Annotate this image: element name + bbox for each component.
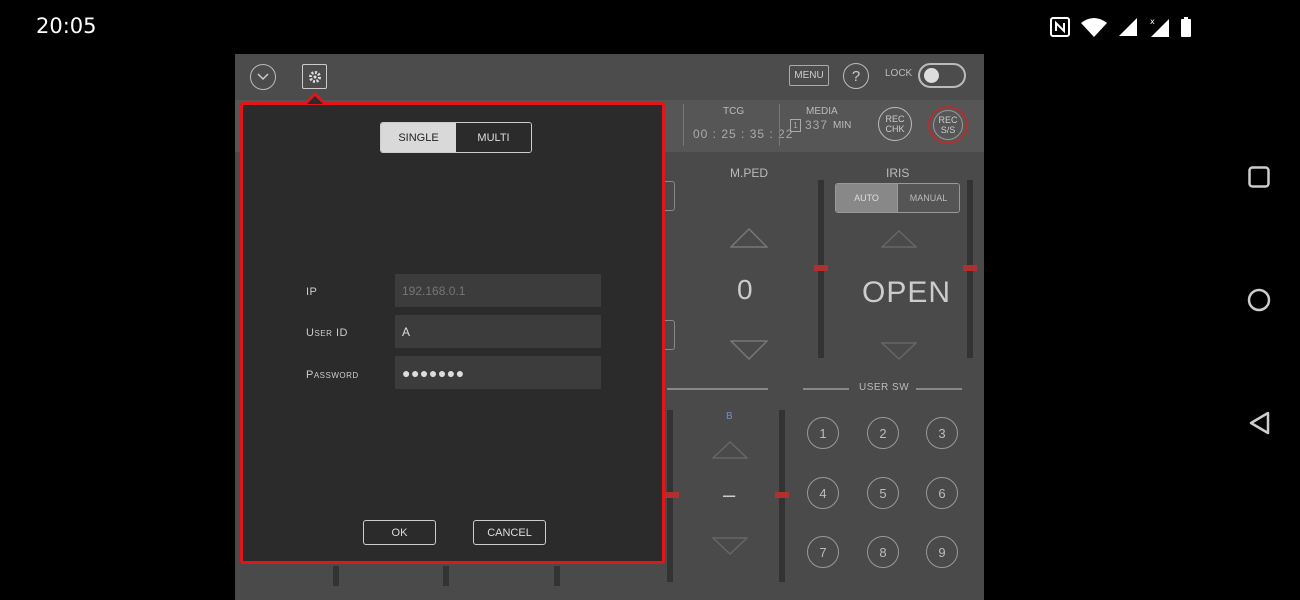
iris-auto-option[interactable]: AUTO (836, 184, 897, 212)
b-down-button[interactable] (712, 537, 748, 555)
rec-ss-button[interactable]: REC S/S (928, 106, 968, 144)
media-unit: MIN (833, 120, 852, 131)
divider-line (916, 388, 962, 390)
ok-button[interactable]: OK (363, 520, 436, 545)
b-up-button[interactable] (712, 441, 748, 459)
rec-ss-line1: REC (938, 115, 958, 125)
password-label: Password (306, 369, 359, 381)
iris-label: IRIS (886, 166, 910, 180)
user-sw-button-3[interactable]: 3 (926, 417, 958, 449)
menu-button[interactable]: MENU (789, 65, 829, 86)
user-sw-button-9[interactable]: 9 (926, 536, 958, 568)
iris-down-button[interactable] (881, 342, 917, 360)
nfc-icon (1050, 17, 1070, 37)
password-input[interactable]: ●●●●●●● (395, 356, 601, 389)
divider (779, 104, 780, 146)
tab-single[interactable]: SINGLE (381, 123, 456, 152)
rec-ss-inner: REC S/S (933, 110, 963, 140)
user-id-input[interactable]: A (395, 315, 601, 348)
settings-button[interactable] (302, 64, 327, 89)
user-sw-label: USER SW (859, 382, 910, 393)
cancel-button[interactable]: CANCEL (473, 520, 546, 545)
user-sw-button-5[interactable]: 5 (867, 477, 899, 509)
iris-value: OPEN (862, 276, 952, 309)
help-button[interactable]: ? (843, 63, 869, 89)
divider (683, 104, 684, 146)
divider-line (667, 388, 768, 390)
triangle-back-icon (1249, 411, 1270, 435)
dialog-pointer-inner (307, 96, 323, 104)
mode-switch[interactable]: SINGLE MULTI (380, 122, 532, 153)
user-sw-button-8[interactable]: 8 (867, 536, 899, 568)
user-sw-button-7[interactable]: 7 (807, 536, 839, 568)
ip-input[interactable] (395, 274, 601, 307)
media-label: MEDIA (806, 106, 838, 117)
status-time: 20:05 (36, 14, 97, 38)
tab-multi[interactable]: MULTI (456, 123, 531, 152)
toggle-knob (924, 68, 939, 83)
user-sw-button-2[interactable]: 2 (867, 417, 899, 449)
recents-button[interactable] (1240, 158, 1278, 196)
mped-value: 0 (737, 274, 754, 305)
panel-edge (665, 181, 675, 211)
rec-chk-line1: REC (885, 114, 905, 124)
slider-handle[interactable] (963, 265, 977, 271)
iris-up-button[interactable] (881, 230, 917, 248)
mped-label: M.PED (730, 166, 769, 180)
mped-up-button[interactable] (730, 228, 768, 248)
collapse-button[interactable] (250, 64, 276, 90)
iris-mode-switch[interactable]: AUTO MANUAL (835, 183, 960, 213)
gear-icon (308, 70, 321, 83)
rec-chk-button[interactable]: REC CHK (878, 107, 912, 141)
chevron-down-icon (257, 73, 269, 81)
media-value: 337 (805, 118, 829, 132)
rec-ss-line2: S/S (940, 125, 956, 135)
signal-icon (1119, 18, 1137, 36)
user-sw-button-6[interactable]: 6 (926, 477, 958, 509)
iris-manual-option[interactable]: MANUAL (897, 184, 959, 212)
slider-handle[interactable] (814, 265, 828, 271)
back-button[interactable] (1240, 404, 1278, 442)
square-icon (1248, 166, 1270, 188)
b-value: – (723, 482, 737, 507)
mped-down-button[interactable] (730, 340, 768, 360)
connection-settings-dialog: SINGLE MULTI IP User ID A Password ●●●●●… (240, 102, 665, 564)
ip-label: IP (306, 286, 318, 298)
tcg-label: TCG (723, 106, 745, 117)
divider-line (803, 388, 849, 390)
battery-icon (1181, 17, 1191, 37)
b-label: B (726, 411, 733, 422)
slider-stub (443, 566, 449, 586)
lock-toggle[interactable] (918, 63, 966, 88)
slider-handle[interactable] (775, 492, 789, 498)
slider-handle[interactable] (665, 492, 679, 498)
slider-stub (333, 566, 339, 586)
svg-text:x: x (1150, 17, 1155, 26)
home-button[interactable] (1240, 281, 1278, 319)
app-toolbar (235, 54, 984, 100)
lock-label: LOCK (885, 68, 913, 79)
wifi-icon (1081, 18, 1107, 37)
signal-x-icon: x (1150, 17, 1169, 37)
media-slot-icon: 1 (790, 119, 801, 132)
status-icons: x (1050, 14, 1192, 40)
user-id-label: User ID (306, 327, 348, 339)
circle-icon (1247, 288, 1271, 312)
user-sw-button-4[interactable]: 4 (807, 477, 839, 509)
user-sw-button-1[interactable]: 1 (807, 417, 839, 449)
rec-chk-line2: CHK (885, 124, 905, 134)
panel-edge (665, 320, 675, 350)
slider-stub (554, 566, 560, 586)
